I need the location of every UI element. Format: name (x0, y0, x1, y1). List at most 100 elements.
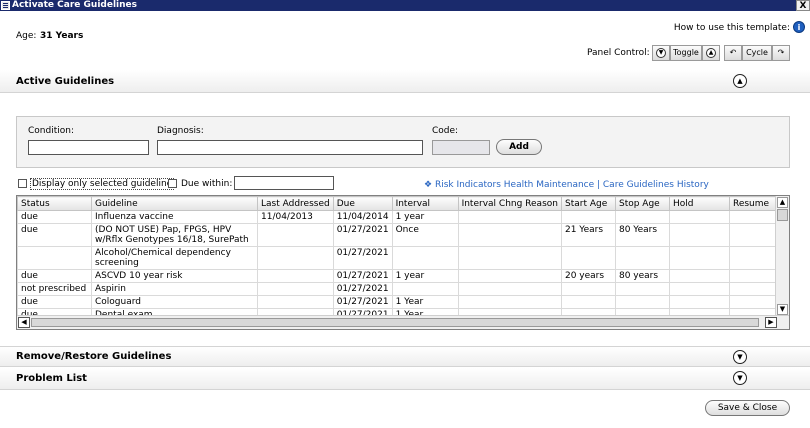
column-header[interactable]: Interval Chng Reason (457, 196, 562, 211)
table-cell (257, 223, 334, 247)
collapse-icon[interactable]: ▲ (733, 74, 747, 88)
table-cell: Once (391, 223, 459, 247)
table-cell: 11/04/2013 (257, 210, 334, 224)
table-cell (614, 246, 670, 270)
how-to-label: How to use this template: (673, 23, 790, 33)
cycle-button[interactable]: Cycle (742, 45, 772, 61)
cycle-back-button[interactable]: ↶ (724, 45, 742, 61)
table-cell: 01/27/2021 (332, 282, 393, 296)
table-cell (728, 210, 782, 224)
column-header[interactable]: Hold (668, 196, 730, 211)
table-cell (668, 295, 730, 309)
scroll-left-icon[interactable]: ◀ (18, 317, 30, 328)
table-cell: Aspirin (91, 282, 258, 296)
table-cell (668, 269, 730, 283)
panel-control-label: Panel Control: (587, 48, 650, 58)
due-within-input[interactable] (234, 176, 334, 190)
expand-icon[interactable]: ▼ (733, 371, 747, 385)
table-cell (17, 246, 92, 270)
scroll-right-icon[interactable]: ▶ (765, 317, 777, 328)
active-guidelines-header[interactable]: Active Guidelines ▲ (0, 70, 810, 93)
help-icon[interactable]: i (793, 21, 805, 33)
table-cell: due (17, 269, 92, 283)
table-cell (728, 282, 782, 296)
table-cell (668, 210, 730, 224)
column-header[interactable]: Interval (391, 196, 459, 211)
table-cell: ASCVD 10 year risk (91, 269, 258, 283)
column-header[interactable]: Status (17, 196, 92, 211)
display-selected-label[interactable]: Display only selected guideline (30, 178, 175, 190)
display-selected-checkbox[interactable] (18, 179, 27, 188)
close-button[interactable]: X (796, 0, 810, 11)
age-value: 31 Years (40, 31, 84, 41)
table-cell: not prescribed (17, 282, 92, 296)
scroll-up-icon[interactable]: ▲ (777, 197, 788, 208)
guidelines-table: Status Guideline Last Addressed Due Interval… (17, 196, 782, 322)
table-cell: Influenza vaccine (91, 210, 258, 224)
table-row[interactable]: not prescribed Aspirin 01/27/2021 (17, 282, 782, 296)
history-links-text[interactable]: Risk Indicators Health Maintenance | Car… (435, 180, 709, 190)
table-cell: Alcohol/Chemical dependency screening (91, 246, 258, 270)
table-row[interactable]: due ASCVD 10 year risk 01/27/2021 1 year 20 … (17, 269, 782, 283)
column-header[interactable]: Due (332, 196, 393, 211)
table-row[interactable]: due (DO NOT USE) Pap, FPGS, HPV w/Rflx Ge… (17, 223, 782, 247)
table-cell: 21 Years (560, 223, 616, 247)
table-cell (457, 246, 562, 270)
table-cell (457, 210, 562, 224)
section-title: Problem List (16, 373, 87, 384)
problem-list-header[interactable]: Problem List ▼ (0, 368, 810, 390)
table-cell: due (17, 295, 92, 309)
table-cell: 01/27/2021 (332, 223, 393, 247)
table-cell (614, 282, 670, 296)
condition-input[interactable] (28, 140, 149, 155)
diagnosis-input[interactable] (157, 140, 423, 155)
table-cell (457, 295, 562, 309)
table-cell (728, 223, 782, 247)
hscroll-thumb[interactable] (31, 318, 759, 327)
column-header[interactable]: Stop Age (614, 196, 670, 211)
code-label: Code: (432, 126, 459, 136)
table-cell (391, 282, 459, 296)
table-cell: 01/27/2021 (332, 295, 393, 309)
remove-restore-header[interactable]: Remove/Restore Guidelines ▼ (0, 346, 810, 367)
toggle-button[interactable]: Toggle (670, 45, 702, 61)
table-cell (257, 246, 334, 270)
table-cell (257, 269, 334, 283)
table-cell (560, 210, 616, 224)
table-cell (668, 282, 730, 296)
chevron-down-icon: ▼ (656, 47, 666, 58)
expand-all-button[interactable]: ▲ (702, 45, 720, 61)
table-cell: due (17, 223, 92, 247)
history-links[interactable]: ❖ Risk Indicators Health Maintenance | C… (424, 180, 709, 190)
save-close-button[interactable]: Save & Close (705, 400, 790, 416)
section-title: Remove/Restore Guidelines (16, 351, 172, 362)
column-header[interactable]: Resume (728, 196, 782, 211)
vertical-scrollbar[interactable]: ▲ ▼ (775, 196, 789, 316)
table-cell (391, 246, 459, 270)
cycle-forward-button[interactable]: ↷ (772, 45, 790, 61)
table-cell: 11/04/2014 (332, 210, 393, 224)
collapse-all-button[interactable]: ▼ (652, 45, 670, 61)
table-cell (560, 282, 616, 296)
column-header[interactable]: Start Age (560, 196, 616, 211)
guidelines-grid: Status Guideline Last Addressed Due Interval… (16, 195, 790, 330)
add-button[interactable]: Add (496, 139, 542, 155)
table-cell: 80 years (614, 269, 670, 283)
scroll-thumb[interactable] (777, 209, 788, 221)
horizontal-scrollbar[interactable]: ◀ ▶ (17, 315, 789, 329)
age-label: Age: (16, 31, 37, 41)
table-row[interactable]: Alcohol/Chemical dependency screening 01/… (17, 246, 782, 270)
column-header[interactable]: Guideline (91, 196, 258, 211)
table-row[interactable]: due Influenza vaccine 11/04/2013 11/04/2014… (17, 210, 782, 224)
scroll-down-icon[interactable]: ▼ (777, 304, 788, 315)
column-header[interactable]: Last Addressed (257, 196, 334, 211)
table-row[interactable]: due Cologuard 01/27/2021 1 Year (17, 295, 782, 309)
table-cell (728, 269, 782, 283)
table-cell (668, 246, 730, 270)
due-within-checkbox[interactable] (168, 179, 177, 188)
table-cell (257, 282, 334, 296)
title-bar: Activate Care Guidelines X (0, 0, 810, 11)
table-cell: 1 Year (391, 295, 459, 309)
app-icon (1, 1, 10, 10)
expand-icon[interactable]: ▼ (733, 350, 747, 364)
